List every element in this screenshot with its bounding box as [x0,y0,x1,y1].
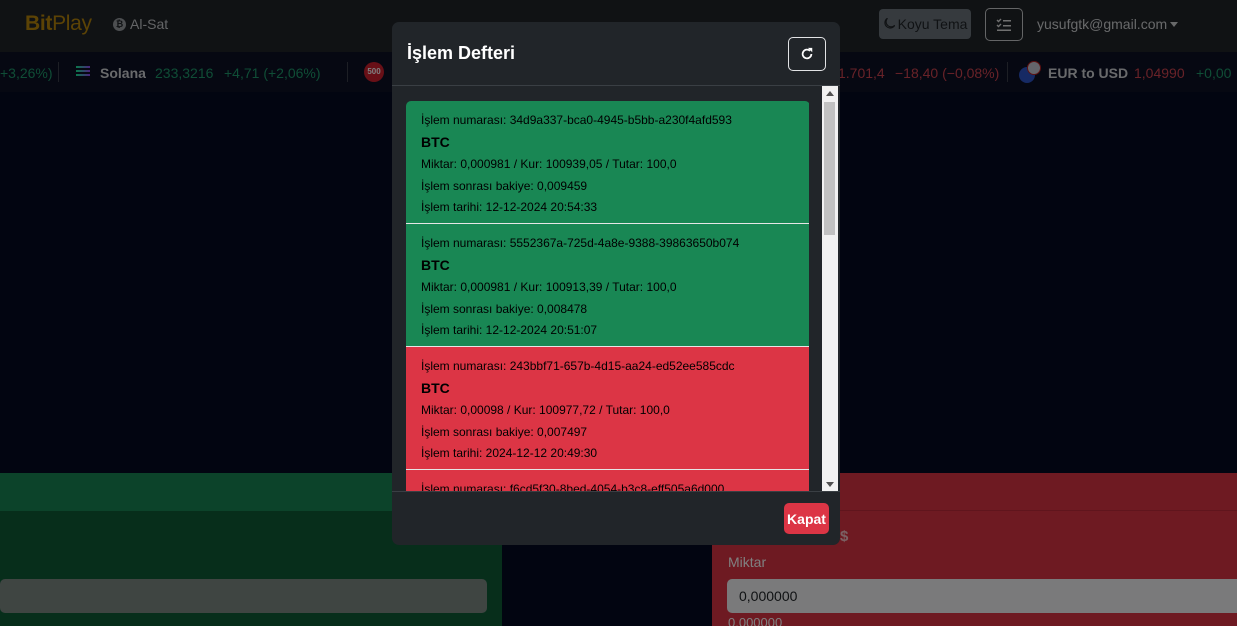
entry-id: İşlem numarası: 5552367a-725d-4a8e-9388-… [421,236,740,250]
refresh-icon [801,47,813,60]
entry-id: İşlem numarası: 243bbf71-657b-4d15-aa24-… [421,359,735,373]
scrollbar-thumb[interactable] [824,102,835,235]
entry-balance: İşlem sonrası bakiye: 0,008478 [421,302,588,316]
modal-title: İşlem Defteri [407,43,516,63]
entry-date: İşlem tarihi: 12-12-2024 20:54:33 [421,200,598,214]
entry-coin: BTC [421,257,450,273]
transaction-list[interactable]: İşlem numarası: 34d9a337-bca0-4945-b5bb-… [406,101,810,491]
transaction-entry: İşlem numarası: 34d9a337-bca0-4945-b5bb-… [406,101,809,224]
entry-coin: BTC [421,134,450,150]
entry-coin: BTC [421,380,450,396]
refresh-button[interactable] [788,37,826,71]
entry-date: İşlem tarihi: 12-12-2024 20:51:07 [421,323,598,337]
list-scrollbar[interactable] [822,86,838,492]
entry-id: İşlem numarası: 34d9a337-bca0-4945-b5bb-… [421,113,732,127]
entry-details: Miktar: 0,000981 / Kur: 100939,05 / Tuta… [421,157,677,171]
transaction-entry: İşlem numarası: f6cd5f30-8bed-4054-b3c8-… [406,470,809,491]
entry-balance: İşlem sonrası bakiye: 0,009459 [421,179,588,193]
scroll-down-arrow-icon[interactable] [826,482,834,487]
entry-details: Miktar: 0,000981 / Kur: 100913,39 / Tuta… [421,280,677,294]
modal-header-divider [392,85,840,86]
modal-footer-divider [392,491,840,492]
transaction-entry: İşlem numarası: 243bbf71-657b-4d15-aa24-… [406,347,809,470]
entry-id: İşlem numarası: f6cd5f30-8bed-4054-b3c8-… [421,482,725,491]
scroll-up-arrow-icon[interactable] [826,91,834,96]
transaction-entry: İşlem numarası: 5552367a-725d-4a8e-9388-… [406,224,809,347]
entry-date: İşlem tarihi: 2024-12-12 20:49:30 [421,446,598,460]
entry-balance: İşlem sonrası bakiye: 0,007497 [421,425,588,439]
close-button[interactable]: Kapat [784,503,829,534]
entry-details: Miktar: 0,00098 / Kur: 100977,72 / Tutar… [421,403,670,417]
transaction-ledger-modal: İşlem Defteri İşlem numarası: 34d9a337-b… [392,22,840,545]
